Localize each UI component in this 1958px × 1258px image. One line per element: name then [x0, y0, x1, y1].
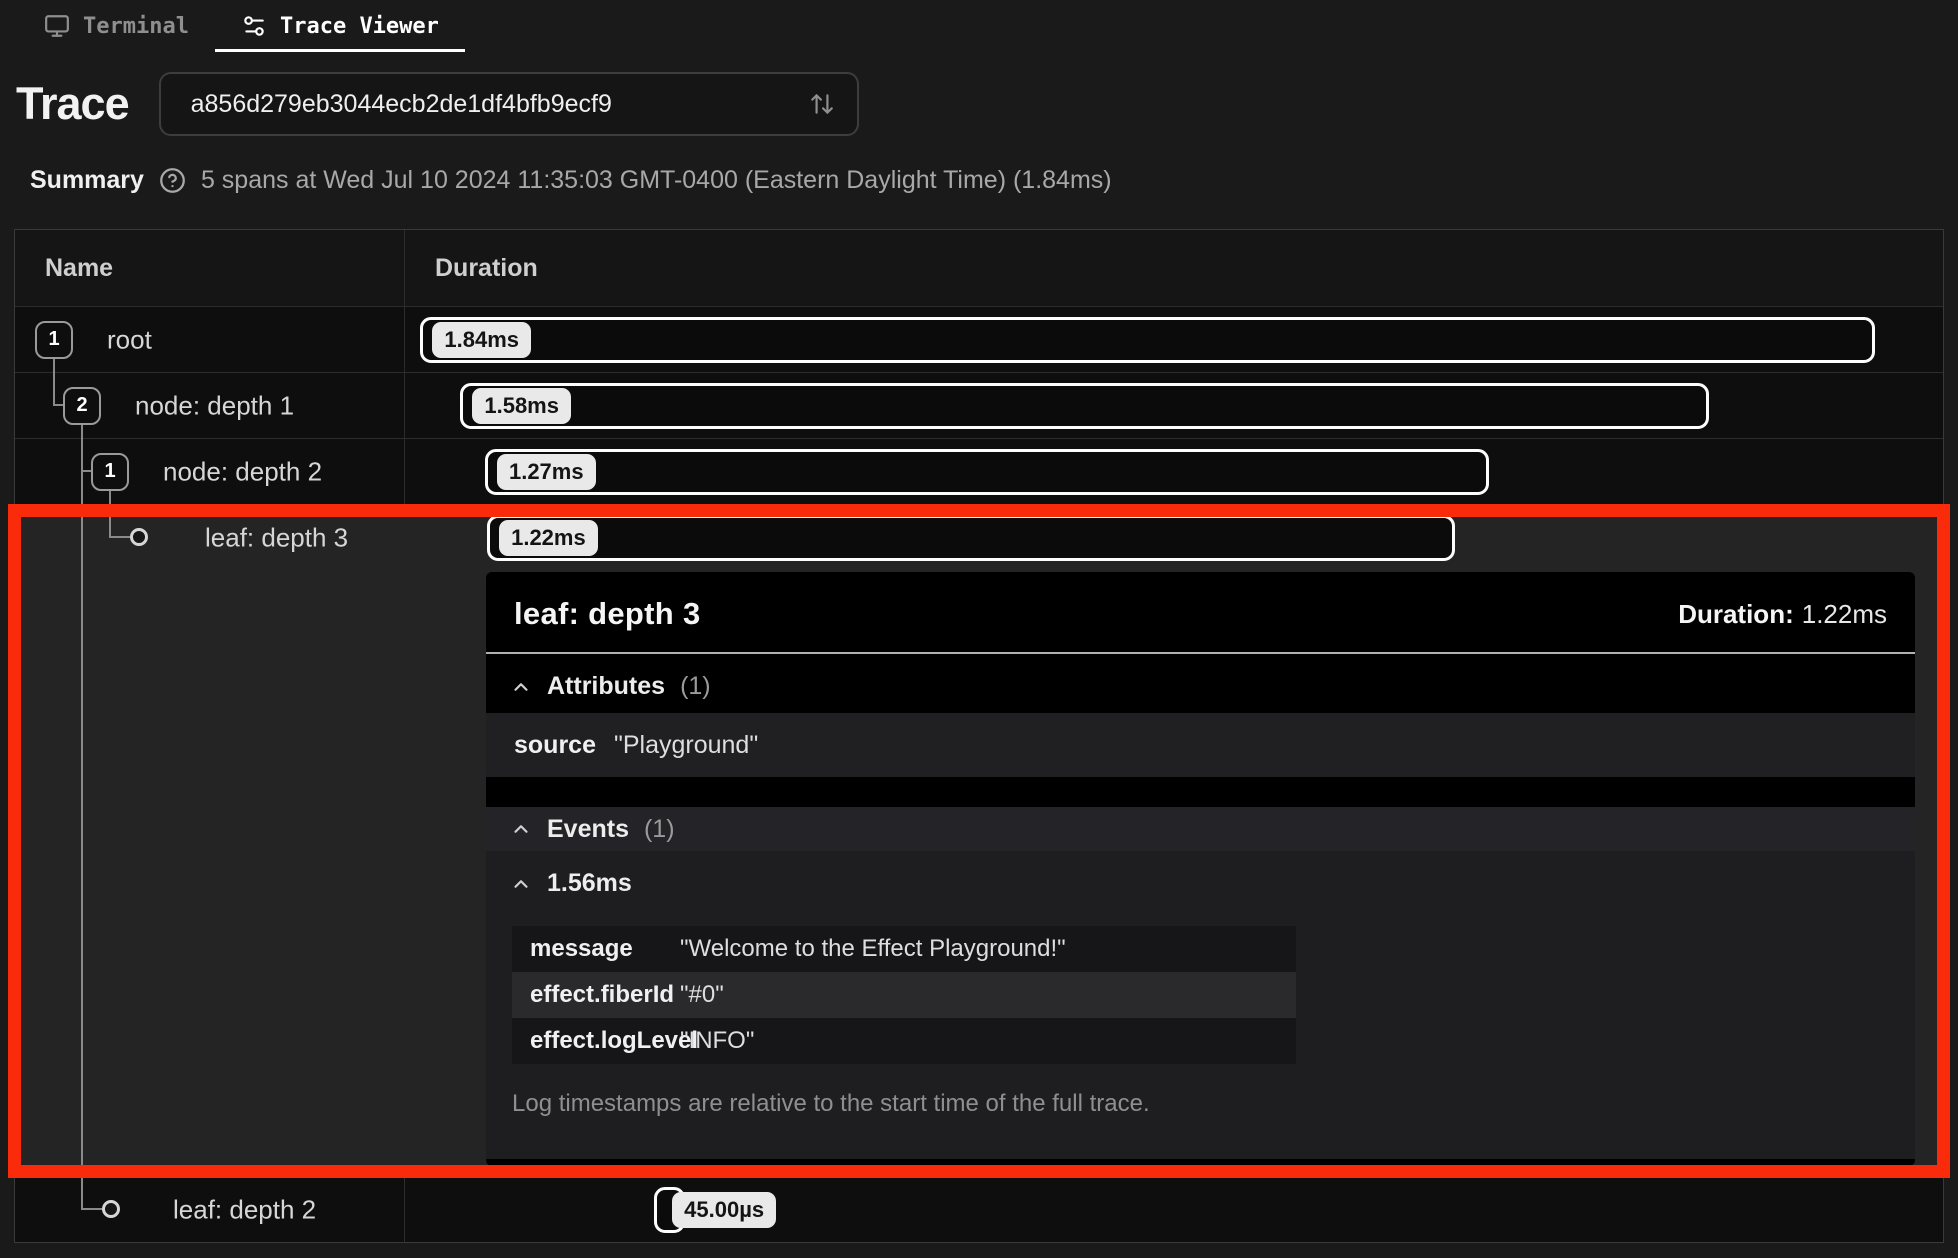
arrows-up-down-icon: [809, 91, 835, 117]
panel-title: leaf: depth 3: [514, 596, 701, 631]
event-fields-table: message "Welcome to the Effect Playgroun…: [512, 926, 1296, 1064]
column-header-duration: Duration: [435, 253, 538, 282]
event-field-row: message "Welcome to the Effect Playgroun…: [512, 926, 1296, 972]
event-time-toggle[interactable]: 1.56ms: [486, 869, 1915, 898]
events-count: (1): [643, 814, 675, 843]
summary-line: Summary 5 spans at Wed Jul 10 2024 11:35…: [30, 166, 1942, 195]
span-count-badge: 1: [35, 320, 73, 359]
table-row-node-depth-2[interactable]: 1 node: depth 2 1.27ms: [15, 438, 1943, 504]
attributes-section-toggle[interactable]: Attributes (1): [486, 654, 1915, 713]
attributes-label: Attributes: [547, 672, 666, 700]
table-row-leaf-depth-3-expanded[interactable]: leaf: depth 3 1.22ms leaf: depth 3 Durat…: [15, 504, 1943, 1176]
table-header-row: Name Duration: [15, 230, 1943, 306]
event-field-key: message: [530, 935, 633, 962]
chevron-up-icon: [510, 818, 532, 840]
panel-duration: Duration: 1.22ms: [1678, 599, 1887, 630]
tab-terminal-label: Terminal: [83, 13, 189, 39]
summary-text: 5 spans at Wed Jul 10 2024 11:35:03 GMT-…: [200, 166, 1112, 194]
tab-trace-viewer-label: Trace Viewer: [279, 13, 439, 39]
help-circle-icon[interactable]: [159, 167, 186, 194]
attribute-value: "Playground": [613, 730, 759, 759]
events-body: 1.56ms message "Welcome to the Effect Pl…: [486, 851, 1915, 1159]
events-section-toggle[interactable]: Events (1): [486, 807, 1915, 851]
column-header-name: Name: [45, 253, 114, 282]
span-name: node: depth 1: [135, 390, 295, 420]
event-field-row: effect.logLevel "INFO": [512, 1018, 1296, 1064]
trace-id-value: a856d279eb3044ecb2de1df4bfb9ecf9: [190, 89, 612, 118]
span-name: leaf: depth 2: [173, 1194, 317, 1224]
sliders-icon: [241, 13, 267, 39]
span-name: node: depth 2: [163, 456, 323, 486]
panel-duration-label: Duration:: [1678, 598, 1794, 629]
span-detail-panel: leaf: depth 3 Duration: 1.22ms Attributes…: [486, 572, 1915, 1166]
attributes-count: (1): [680, 672, 711, 700]
table-row-node-depth-1[interactable]: 2 node: depth 1 1.58ms: [15, 372, 1943, 438]
tab-bar: Terminal Trace Viewer: [0, 0, 1958, 52]
span-name: root: [107, 324, 152, 354]
summary-label: Summary: [30, 166, 144, 194]
event-field-key: effect.fiberId: [530, 981, 675, 1008]
event-field-value: "Welcome to the Effect Playground!": [680, 935, 1066, 962]
trace-id-select[interactable]: a856d279eb3044ecb2de1df4bfb9ecf9: [158, 72, 859, 136]
span-name: leaf: depth 3: [205, 522, 349, 553]
span-table: Name Duration 1 root 1.84ms 2 node: dept…: [14, 229, 1944, 1243]
duration-bar[interactable]: 1.22ms: [487, 515, 1456, 561]
events-label: Events: [547, 814, 629, 843]
span-count-badge: 1: [91, 452, 129, 491]
table-row-root[interactable]: 1 root 1.84ms: [15, 306, 1943, 372]
page-title: Trace: [16, 78, 130, 129]
duration-pill: 45.00µs: [672, 1191, 777, 1228]
duration-pill: 1.27ms: [496, 453, 596, 490]
event-field-value: "INFO": [680, 1027, 755, 1054]
terminal-icon: [44, 13, 70, 39]
events-note: Log timestamps are relative to the start…: [512, 1090, 1150, 1117]
duration-bar[interactable]: 1.58ms: [460, 382, 1710, 429]
duration-bar[interactable]: 1.84ms: [420, 316, 1876, 363]
event-field-row: effect.fiberId "#0": [512, 972, 1296, 1018]
attribute-row: source "Playground": [486, 713, 1915, 777]
event-time-value: 1.56ms: [547, 869, 632, 897]
span-count-badge: 2: [63, 386, 101, 425]
tab-terminal[interactable]: Terminal: [18, 0, 215, 52]
duration-pill: 1.58ms: [472, 387, 571, 424]
attribute-key: source: [514, 730, 596, 759]
panel-duration-value: 1.22ms: [1801, 598, 1887, 629]
duration-pill: 1.84ms: [432, 321, 531, 358]
event-field-value: "#0": [680, 981, 724, 1008]
duration-bar[interactable]: 1.27ms: [484, 448, 1490, 495]
tab-trace-viewer[interactable]: Trace Viewer: [214, 0, 465, 52]
chevron-up-icon: [510, 676, 532, 698]
table-row-leaf-depth-2[interactable]: leaf: depth 2 45.00µs: [15, 1176, 1943, 1242]
panel-header: leaf: depth 3 Duration: 1.22ms: [486, 572, 1915, 654]
duration-pill: 1.22ms: [499, 520, 598, 556]
event-field-key: effect.logLevel: [530, 1027, 699, 1054]
trace-header: Trace a856d279eb3044ecb2de1df4bfb9ecf9: [16, 72, 1942, 136]
chevron-up-icon: [510, 873, 532, 895]
